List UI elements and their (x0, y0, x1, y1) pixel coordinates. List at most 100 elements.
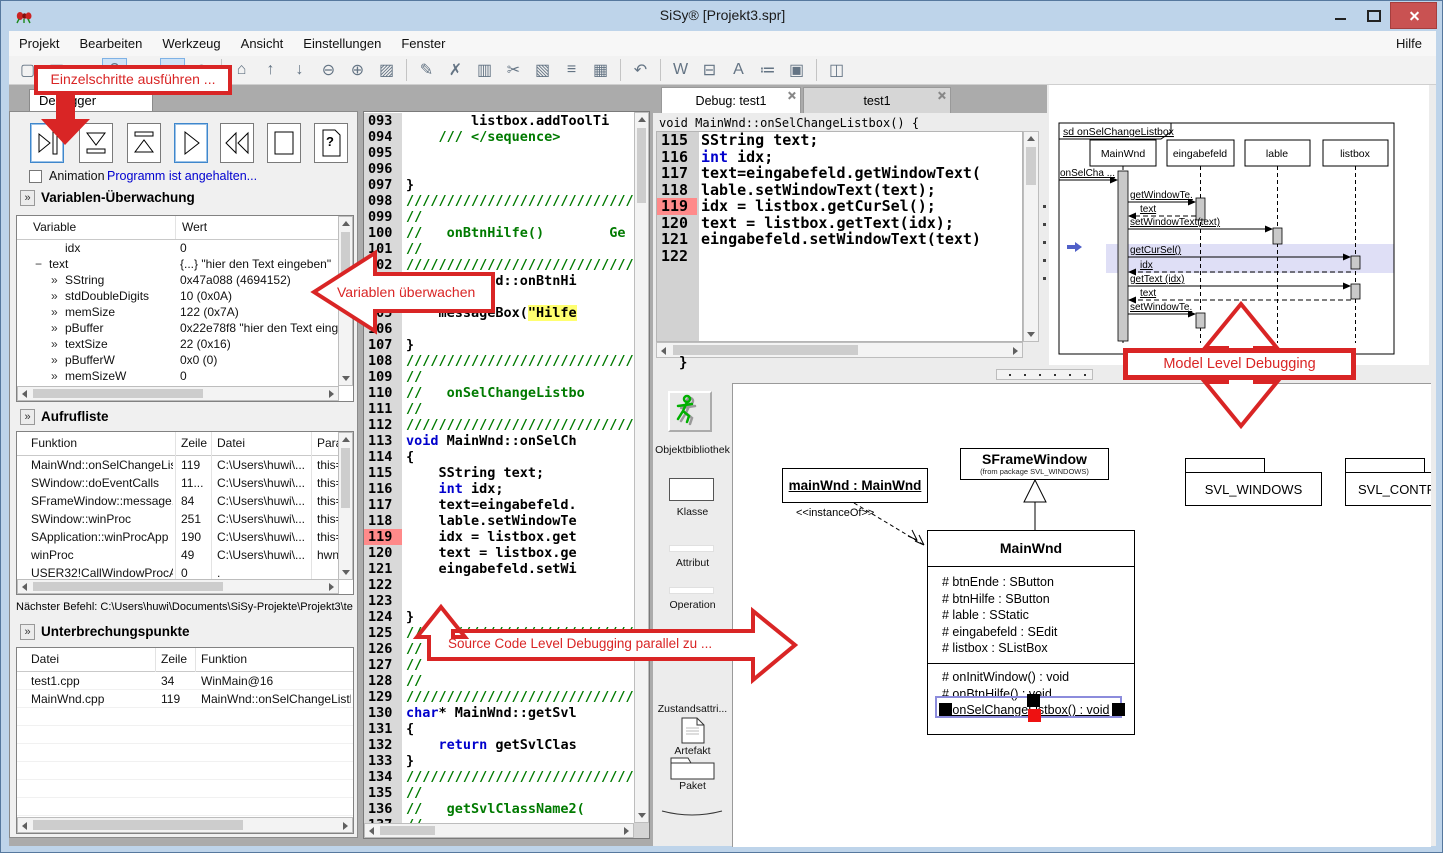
code-line[interactable]: 096 (364, 161, 634, 177)
toolbar-icon[interactable]: ≡ (559, 58, 584, 82)
code-line[interactable]: 118lable.setWindowText(text); (657, 182, 1022, 199)
menu-item[interactable]: Ansicht (231, 36, 294, 51)
menu-item-hilfe[interactable]: Hilfe (1382, 36, 1436, 51)
toolbar-icon[interactable]: ⌂ (229, 58, 254, 82)
debug-code-vscrollbar[interactable] (1023, 131, 1039, 342)
callstack-row[interactable]: SFrameWindow::message... 84 C:\Users\huw… (17, 492, 339, 510)
code-line[interactable]: 134////////////////////////////// (364, 769, 634, 785)
class-attribute[interactable]: # eingabefeld : SEdit (928, 624, 1134, 641)
toolbar-icon[interactable]: ✎ (414, 58, 439, 82)
code-line[interactable]: 121 eingabefeld.setWi (364, 561, 634, 577)
code-line[interactable]: 113void MainWnd::onSelCh (364, 433, 634, 449)
maximize-button[interactable] (1359, 5, 1387, 27)
title-bar[interactable]: SiSy® [Projekt3.spr] (1, 1, 1443, 31)
code-line[interactable]: 119idx = listbox.getCurSel(); (657, 198, 1022, 215)
palette-operation-icon[interactable] (669, 587, 714, 594)
code-line[interactable]: 120 text = listbox.ge (364, 545, 634, 561)
selection-handle-top[interactable] (1027, 694, 1040, 707)
toolbar-icon[interactable]: W (668, 58, 693, 82)
selection-handle-bottom[interactable] (1028, 709, 1041, 722)
code-line[interactable]: 100// onBtnHilfe() Ge (364, 225, 634, 241)
step-out-button[interactable] (127, 123, 161, 163)
toolbar-icon[interactable] (660, 59, 661, 81)
variables-vscrollbar[interactable] (338, 216, 353, 386)
callstack-row[interactable]: winProc 49 C:\Users\huwi\... hwnd (17, 546, 339, 564)
editor-code[interactable]: 093 listbox.addToolTi094 /// </sequence>… (364, 113, 634, 823)
run-button[interactable] (174, 123, 208, 163)
toolbar-icon[interactable]: ◫ (824, 58, 849, 82)
code-line[interactable]: 116 int idx; (364, 481, 634, 497)
toolbar-icon[interactable]: ✗ (443, 58, 468, 82)
toolbar-icon[interactable]: ▨ (374, 58, 399, 82)
code-line[interactable]: 106 (364, 321, 634, 337)
code-line[interactable]: 122 (657, 248, 1022, 265)
code-line[interactable]: 120text = listbox.getText(idx); (657, 215, 1022, 232)
breakpoints-hscrollbar[interactable] (17, 817, 353, 833)
class-attribute[interactable]: # listbox : SListBox (928, 640, 1134, 657)
variable-row[interactable]: »memSize 122 (0x7A) (17, 304, 339, 320)
code-line[interactable]: 119 idx = listbox.get (364, 529, 634, 545)
code-line[interactable]: 136// getSvlClassName2( (364, 801, 634, 817)
variable-row[interactable]: −text {...} "hier den Text eingeben" (17, 256, 339, 272)
code-line[interactable]: 094 /// </sequence> (364, 129, 634, 145)
code-line[interactable]: 112////////////////////////////// (364, 417, 634, 433)
variable-row[interactable]: »pBuffer 0x22e78f8 "hier den Text eingeb… (17, 320, 339, 336)
toolbar-icon[interactable]: ⊖ (316, 58, 341, 82)
code-line[interactable]: 117 text=eingabefeld. (364, 497, 634, 513)
toolbar-icon[interactable]: ≔ (755, 58, 780, 82)
breakpoints-header[interactable]: Datei Zeile Funktion (17, 648, 353, 672)
menu-item[interactable]: Werkzeug (152, 36, 230, 51)
toolbar-icon[interactable]: ▥ (472, 58, 497, 82)
variable-row[interactable]: idx 0 (17, 240, 339, 256)
code-line[interactable]: 105 messageBox("Hilfe (364, 305, 634, 321)
variable-row[interactable]: »SString 0x47a088 (4694152) (17, 272, 339, 288)
toolbar-icon[interactable]: ⊟ (697, 58, 722, 82)
rewind-button[interactable] (220, 123, 254, 163)
code-line[interactable]: 115SString text; (657, 132, 1022, 149)
code-line[interactable]: 101// (364, 241, 634, 257)
animation-checkbox[interactable] (29, 170, 42, 183)
close-button[interactable] (1390, 2, 1437, 29)
class-attribute[interactable]: # btnEnde : SButton (928, 574, 1134, 591)
menu-item[interactable]: Projekt (9, 36, 69, 51)
selection-handle-right[interactable] (1112, 703, 1125, 716)
code-line[interactable]: 114{ (364, 449, 634, 465)
debug-code-hscrollbar[interactable] (656, 342, 1023, 358)
callstack-row[interactable]: SApplication::winProcApp 190 C:\Users\hu… (17, 528, 339, 546)
code-line[interactable]: 121eingabefeld.setWindowText(text) (657, 231, 1022, 248)
editor-hscrollbar[interactable] (364, 823, 634, 838)
code-line[interactable]: 111// (364, 401, 634, 417)
toolbar-icon[interactable]: ✂ (501, 58, 526, 82)
toolbar-icon[interactable]: ▧ (530, 58, 555, 82)
step-over-button[interactable] (79, 123, 113, 163)
code-line[interactable]: 109// (364, 369, 634, 385)
mini-scrollbar[interactable] (996, 369, 1093, 380)
source-editor[interactable]: 093 listbox.addToolTi094 /// </sequence>… (363, 111, 650, 839)
callstack-row[interactable]: SWindow::winProc 251 C:\Users\huwi\... t… (17, 510, 339, 528)
class-diagram[interactable]: mainWnd : MainWnd <<instanceOf>> SFrameW… (732, 383, 1431, 847)
tab-debug-test1[interactable]: Debug: test1 (661, 87, 801, 113)
class-attribute[interactable]: # btnHilfe : SButton (928, 591, 1134, 608)
menu-item[interactable]: Fenster (391, 36, 455, 51)
callstack-hscrollbar[interactable] (17, 579, 339, 594)
toolbar-icon[interactable]: ⊕ (345, 58, 370, 82)
toolbar-icon[interactable]: A (726, 58, 751, 82)
code-line[interactable]: 115 SString text; (364, 465, 634, 481)
code-line[interactable]: 123 (364, 593, 634, 609)
code-line[interactable]: 110// onSelChangeListbo (364, 385, 634, 401)
callstack-row[interactable]: SWindow::doEventCalls 11... C:\Users\huw… (17, 474, 339, 492)
code-line[interactable]: 128// (364, 673, 634, 689)
toolbar-icon[interactable]: ↶ (628, 58, 653, 82)
callstack-header[interactable]: Funktion Zeile Datei Param (17, 432, 353, 456)
code-line[interactable]: 130char* MainWnd::getSvl (364, 705, 634, 721)
debug-code-view[interactable]: 115SString text;116int idx;117text=einga… (656, 131, 1023, 342)
variable-row[interactable]: »pBufferW 0x0 (0) (17, 352, 339, 368)
code-line[interactable]: 097} (364, 177, 634, 193)
section-toggle-icon[interactable]: » (20, 624, 35, 640)
section-toggle-icon[interactable]: » (20, 190, 35, 206)
code-line[interactable]: 133} (364, 753, 634, 769)
selection-handle-left[interactable] (939, 703, 952, 716)
toolbar-icon[interactable]: ▦ (588, 58, 613, 82)
code-line[interactable]: 102////////////////////////////// (364, 257, 634, 273)
code-line[interactable]: 099// (364, 209, 634, 225)
